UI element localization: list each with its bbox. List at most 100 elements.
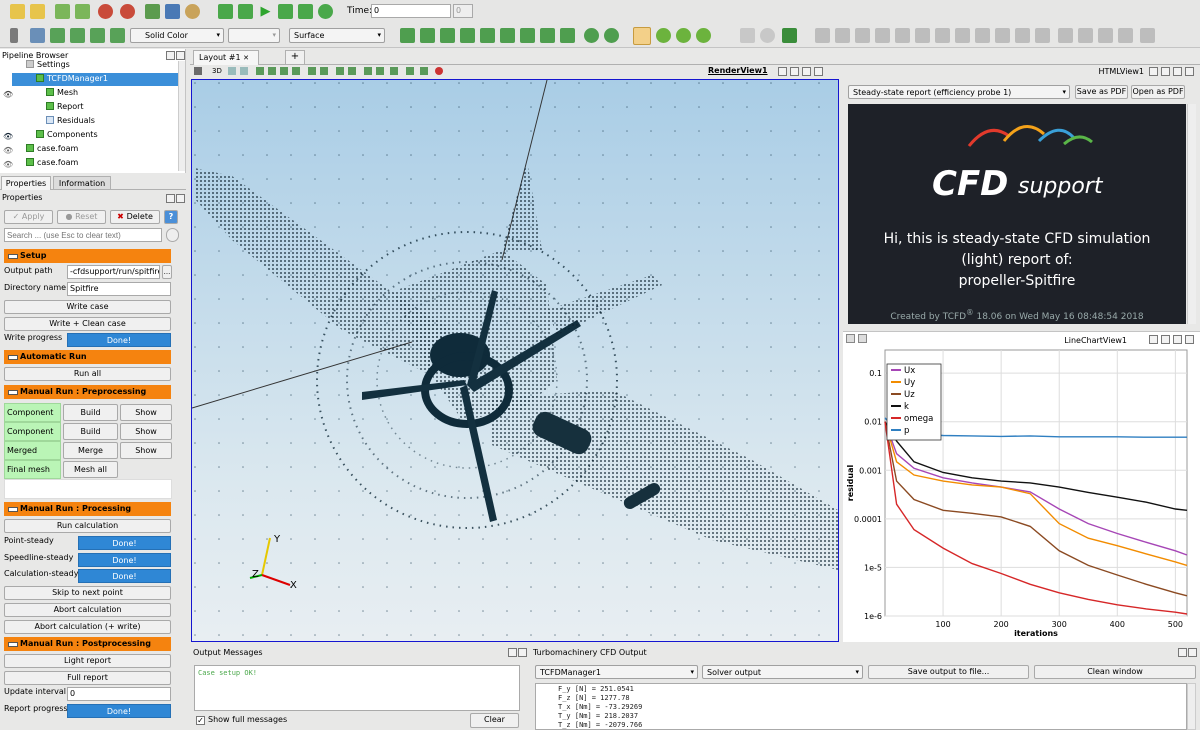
tree-item-case-foam-1[interactable]: case.foam <box>26 143 78 156</box>
first-frame-icon[interactable] <box>218 4 233 19</box>
processing-section-header[interactable]: Manual Run : Processing <box>4 502 171 516</box>
view-minus-y-icon[interactable] <box>520 28 535 43</box>
view-minus-z-icon[interactable] <box>560 28 575 43</box>
close-panel-icon[interactable] <box>176 51 185 60</box>
write-clean-case-button[interactable]: Write + Clean case <box>4 317 171 331</box>
grow-selection-icon[interactable] <box>336 67 344 75</box>
float-panel-icon[interactable] <box>1178 648 1187 657</box>
view-plus-x-icon[interactable] <box>460 28 475 43</box>
filter-slice-icon[interactable] <box>815 28 830 43</box>
filter-plot-icon[interactable] <box>1035 28 1050 43</box>
eye-hidden-icon[interactable]: 👁 <box>3 146 13 155</box>
show-merged-button[interactable]: Show <box>120 442 172 459</box>
select-cells-icon[interactable] <box>256 67 264 75</box>
tree-item-settings[interactable]: Settings <box>26 59 70 72</box>
browse-button[interactable]: ... <box>162 265 172 279</box>
prev-frame-icon[interactable] <box>238 4 253 19</box>
filter-stream-icon[interactable] <box>895 28 910 43</box>
select-polygon-icon[interactable] <box>308 67 316 75</box>
view-plus-y-icon[interactable] <box>500 28 515 43</box>
custom-range-icon[interactable] <box>90 28 105 43</box>
preprocessing-section-header[interactable]: Manual Run : Preprocessing <box>4 385 171 399</box>
maximize-icon[interactable] <box>1173 335 1182 344</box>
tree-item-residuals[interactable]: Residuals <box>46 115 95 128</box>
connect-icon[interactable] <box>145 4 160 19</box>
time-step-input[interactable]: 0 <box>453 4 473 18</box>
filter-clip-icon[interactable] <box>782 28 797 43</box>
zoom-box-icon[interactable] <box>440 28 455 43</box>
representation-select[interactable]: Surface ▾ <box>289 28 385 43</box>
clean-window-button[interactable]: Clean window <box>1034 665 1196 679</box>
shrink-selection-icon[interactable] <box>348 67 356 75</box>
load-state-icon[interactable] <box>55 4 70 19</box>
palette-icon[interactable] <box>185 4 200 19</box>
filter-warp-icon[interactable] <box>915 28 930 43</box>
reset-range-icon[interactable] <box>70 28 85 43</box>
apply-button[interactable]: ✓ Apply <box>4 210 53 224</box>
close-panel-icon[interactable] <box>518 648 527 657</box>
postprocessing-section-header[interactable]: Manual Run : Postprocessing <box>4 637 171 651</box>
advanced-gear-icon[interactable] <box>166 228 179 242</box>
close-view-icon[interactable] <box>1185 67 1194 76</box>
clear-button[interactable]: Clear <box>470 713 519 728</box>
run-all-button[interactable]: Run all <box>4 367 171 381</box>
properties-search-input[interactable] <box>4 228 162 242</box>
color-by-select[interactable]: Solid Color ▾ <box>130 28 224 43</box>
close-panel-icon[interactable] <box>1188 648 1197 657</box>
close-panel-icon[interactable] <box>176 194 185 203</box>
close-tab-icon[interactable]: ✕ <box>243 54 249 62</box>
chart-settings-icon[interactable] <box>846 334 855 343</box>
log-scrollbar[interactable] <box>1187 683 1196 730</box>
color-component-select[interactable]: ▾ <box>228 28 280 43</box>
interactive-select-icon[interactable] <box>320 67 328 75</box>
float-panel-icon[interactable] <box>508 648 517 657</box>
camera-undo-icon[interactable] <box>228 67 236 75</box>
skip-next-point-button[interactable]: Skip to next point <box>4 586 171 600</box>
time-range-icon[interactable] <box>110 28 125 43</box>
eye-visible-icon[interactable]: 👁 <box>3 90 13 99</box>
view-minus-x-icon[interactable] <box>480 28 495 43</box>
output-path-input[interactable]: -cfdsupport/run/spitfire <box>67 265 160 279</box>
loop-icon[interactable] <box>318 4 333 19</box>
select-frustum-icon[interactable] <box>280 67 288 75</box>
directory-name-input[interactable]: Spitfire <box>67 282 171 296</box>
split-horizontal-icon[interactable] <box>1149 335 1158 344</box>
report-select[interactable]: Steady-state report (efficiency probe 1)… <box>848 85 1070 99</box>
filter-cells-icon[interactable] <box>1058 28 1073 43</box>
eye-visible-icon[interactable]: 👁 <box>3 132 13 141</box>
split-vertical-icon[interactable] <box>1161 335 1170 344</box>
render-view[interactable]: Y X Z <box>191 79 839 642</box>
filter-wave-icon[interactable] <box>975 28 990 43</box>
update-interval-input[interactable]: 0 <box>67 687 171 701</box>
filter-group-icon[interactable] <box>935 28 950 43</box>
redo-icon[interactable] <box>120 4 135 19</box>
interaction-mode-icon[interactable] <box>633 27 651 45</box>
maximize-icon[interactable] <box>802 67 811 76</box>
split-vertical-icon[interactable] <box>1161 67 1170 76</box>
chart-camera-icon[interactable] <box>858 334 867 343</box>
open-as-pdf-button[interactable]: Open as PDF <box>1131 85 1185 99</box>
save-as-pdf-button[interactable]: Save as PDF <box>1075 85 1128 99</box>
save-output-button[interactable]: Save output to file... <box>868 665 1029 679</box>
filter-integrate-icon[interactable] <box>1098 28 1113 43</box>
time-input[interactable]: 0 <box>371 4 451 18</box>
filter-extract-level-icon[interactable] <box>955 28 970 43</box>
filter-calculator-icon[interactable] <box>740 28 755 43</box>
mesh-all-button[interactable]: Mesh all <box>63 461 118 478</box>
open-folder-icon[interactable] <box>10 4 25 19</box>
float-panel-icon[interactable] <box>166 194 175 203</box>
filter-glyph-icon[interactable] <box>875 28 890 43</box>
rotate-plus-90-icon[interactable] <box>584 28 599 43</box>
tab-properties[interactable]: Properties <box>1 176 51 190</box>
select-block-icon[interactable] <box>292 67 300 75</box>
tree-item-tcfdmanager[interactable]: TCFDManager1 <box>12 73 178 86</box>
pipeline-toggle-icon[interactable] <box>10 28 18 43</box>
select-points-icon[interactable] <box>268 67 276 75</box>
extract-selection-icon[interactable] <box>420 67 428 75</box>
merge-button[interactable]: Merge <box>63 442 118 459</box>
delete-button[interactable]: ✖ Delete <box>110 210 160 224</box>
split-horizontal-icon[interactable] <box>778 67 787 76</box>
add-layout-tab-button[interactable]: + <box>285 50 305 65</box>
residuals-chart[interactable]: 100 200 300 400 500 0.1 0.01 0.001 0.0001 1e-5 1e-… <box>843 346 1200 643</box>
save-state-icon[interactable] <box>75 4 90 19</box>
